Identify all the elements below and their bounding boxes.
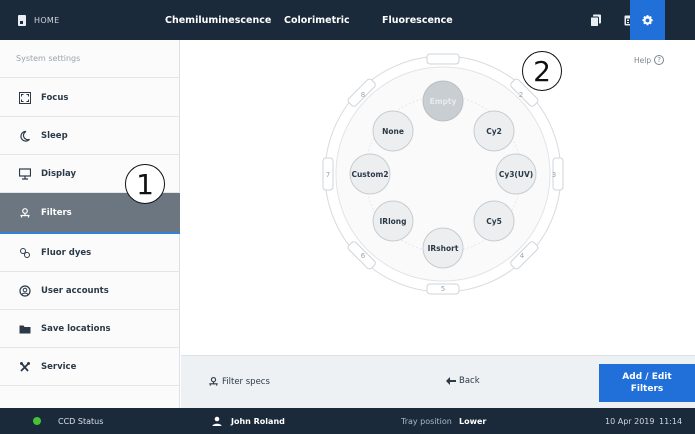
top-navigation-bar: HOME Chemiluminescence Colorimetric Fluo… bbox=[0, 0, 695, 40]
sidebar-item-label: Service bbox=[41, 361, 77, 372]
sidebar-item-sleep[interactable]: Sleep bbox=[0, 117, 180, 155]
position-number: 4 bbox=[520, 252, 525, 260]
sidebar-item-user-accounts[interactable]: User accounts bbox=[0, 272, 180, 310]
back-label: Back bbox=[459, 376, 480, 386]
filter-specs-label: Filter specs bbox=[222, 376, 270, 387]
position-number: 5 bbox=[441, 285, 445, 293]
position-number: 7 bbox=[326, 171, 330, 179]
folder-icon bbox=[19, 323, 31, 335]
filter-slot-cy2[interactable]: Cy2 bbox=[473, 110, 515, 152]
home-icon bbox=[18, 14, 26, 26]
sidebar-item-service[interactable]: Service bbox=[0, 348, 180, 386]
sidebar-item-label: Save locations bbox=[41, 323, 111, 334]
filter-wheel: 2 3 4 5 6 7 8 Empty Cy2 Cy3(UV) Cy5 IRsh… bbox=[322, 53, 564, 295]
filter-slot-cy5[interactable]: Cy5 bbox=[473, 200, 515, 242]
filter-specs-button[interactable]: Filter specs bbox=[208, 376, 270, 387]
home-label: HOME bbox=[34, 15, 60, 25]
user-icon bbox=[212, 408, 222, 434]
settings-sidebar: System settings Focus Sleep Display Filt… bbox=[0, 40, 180, 408]
user-accounts-icon bbox=[19, 284, 31, 297]
svg-text:Custom2: Custom2 bbox=[351, 170, 388, 179]
svg-text:Cy2: Cy2 bbox=[486, 127, 502, 136]
status-bar: CCD Status John Roland Tray position Low… bbox=[0, 408, 695, 434]
svg-text:Cy5: Cy5 bbox=[486, 217, 502, 226]
sidebar-item-label: Fluor dyes bbox=[41, 247, 92, 258]
home-button[interactable]: HOME bbox=[18, 0, 59, 40]
monitor-icon bbox=[19, 167, 31, 180]
sidebar-header: System settings bbox=[0, 40, 180, 78]
svg-text:IRlong: IRlong bbox=[380, 217, 407, 226]
position-number: 8 bbox=[361, 91, 365, 99]
tray-position-value: Lower bbox=[459, 416, 487, 426]
status-time: 11:14 bbox=[659, 416, 683, 426]
position-number: 3 bbox=[552, 171, 556, 179]
ccd-status-indicator bbox=[33, 417, 41, 425]
callout-marker: 1 bbox=[125, 164, 165, 204]
sidebar-item-label: Display bbox=[41, 168, 77, 179]
help-icon: ? bbox=[654, 55, 665, 65]
dye-icon bbox=[19, 247, 31, 259]
sidebar-item-save-locations[interactable]: Save locations bbox=[0, 310, 180, 348]
filter-icon bbox=[19, 207, 31, 219]
filter-slot-cy3uv[interactable]: Cy3(UV) bbox=[495, 153, 537, 195]
help-label: Help bbox=[634, 55, 652, 65]
filter-icon bbox=[209, 377, 218, 386]
copy-icon[interactable] bbox=[578, 0, 614, 40]
svg-text:IRshort: IRshort bbox=[428, 244, 459, 253]
tab-chemiluminescence[interactable]: Chemiluminescence bbox=[165, 0, 271, 40]
help-link[interactable]: Help ? bbox=[634, 55, 665, 65]
sidebar-item-label: Sleep bbox=[41, 130, 68, 141]
filter-slot-custom2[interactable]: Custom2 bbox=[349, 153, 391, 195]
position-number: 6 bbox=[361, 252, 366, 260]
svg-text:Empty: Empty bbox=[430, 97, 457, 106]
back-button[interactable]: Back bbox=[446, 376, 480, 386]
ccd-status-label: CCD Status bbox=[58, 416, 104, 426]
svg-text:Cy3(UV): Cy3(UV) bbox=[499, 170, 533, 179]
tab-fluorescence[interactable]: Fluorescence bbox=[382, 0, 453, 40]
tray-position-label: Tray position bbox=[401, 416, 452, 426]
svg-text:None: None bbox=[382, 127, 404, 136]
tools-icon bbox=[19, 361, 31, 373]
sidebar-item-label: Filters bbox=[41, 207, 72, 218]
filter-slot-irshort[interactable]: IRshort bbox=[422, 227, 464, 269]
callout-marker: 2 bbox=[522, 51, 562, 91]
sidebar-item-label: User accounts bbox=[41, 285, 109, 296]
sidebar-item-label: Focus bbox=[41, 92, 69, 103]
gear-icon[interactable] bbox=[630, 0, 665, 40]
add-edit-filters-button[interactable]: Add / Edit Filters bbox=[599, 364, 695, 402]
status-date: 10 Apr 2019 bbox=[605, 416, 655, 426]
position-number: 2 bbox=[519, 91, 523, 99]
filter-slot-irlong[interactable]: IRlong bbox=[372, 200, 414, 242]
filter-slot-none[interactable]: None bbox=[372, 110, 414, 152]
user-name: John Roland bbox=[231, 416, 285, 426]
moon-icon bbox=[19, 130, 31, 142]
focus-icon bbox=[19, 91, 31, 104]
filter-slot-empty[interactable]: Empty bbox=[422, 80, 464, 122]
arrow-left-icon bbox=[446, 377, 456, 385]
tab-colorimetric[interactable]: Colorimetric bbox=[284, 0, 350, 40]
sidebar-item-fluor-dyes[interactable]: Fluor dyes bbox=[0, 234, 180, 272]
sidebar-item-focus[interactable]: Focus bbox=[0, 79, 180, 117]
